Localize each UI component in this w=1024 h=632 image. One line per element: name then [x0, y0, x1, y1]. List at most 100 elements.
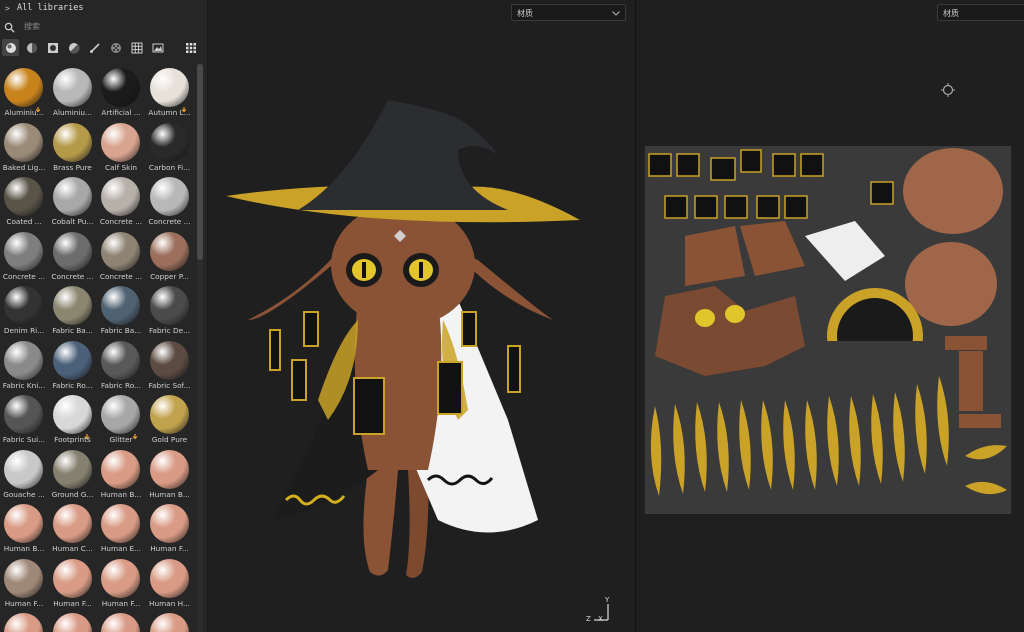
- material-preview-ball: [52, 231, 92, 271]
- material-tile[interactable]: Human H...: [147, 555, 193, 609]
- material-preview-ball: [4, 613, 43, 632]
- material-label: Concrete ...: [99, 217, 143, 226]
- viewport-2d[interactable]: 材质: [636, 0, 1024, 632]
- material-tile[interactable]: Glitter: [98, 391, 144, 445]
- material-tile[interactable]: Human C...: [50, 500, 96, 554]
- half-sphere-filter-icon[interactable]: [23, 39, 40, 56]
- material-label: Human F...: [150, 544, 189, 553]
- material-tile[interactable]: Calf Skin: [98, 119, 144, 173]
- material-preview-ball: [52, 558, 92, 598]
- material-preview-ball: [4, 286, 43, 325]
- material-tile[interactable]: Human B...: [1, 500, 47, 554]
- material-preview-ball: [52, 177, 92, 216]
- material-tile[interactable]: [1, 609, 47, 632]
- model-hat: [298, 100, 508, 210]
- material-tile[interactable]: Fabric De...: [147, 282, 193, 336]
- material-tile[interactable]: Cobalt Pu...: [50, 173, 96, 227]
- download-icon[interactable]: [132, 425, 138, 440]
- material-label: Human F...: [101, 598, 141, 608]
- material-preview-ball: [101, 613, 140, 632]
- material-label: Human E...: [100, 544, 142, 553]
- material-tile[interactable]: Human E...: [98, 500, 144, 554]
- light-icon[interactable]: [941, 83, 955, 97]
- material-tile[interactable]: Fabric Ro...: [98, 337, 144, 391]
- material-tile[interactable]: Human B...: [98, 446, 144, 500]
- material-label: Aluminiu...: [4, 108, 44, 117]
- material-preview-ball: [52, 122, 92, 162]
- material-preview-ball: [149, 177, 189, 216]
- square-filter-icon[interactable]: [44, 39, 61, 56]
- search-bar[interactable]: 搜索: [0, 19, 207, 37]
- material-preview-ball: [149, 395, 189, 434]
- material-tile[interactable]: Fabric Sui...: [1, 391, 47, 445]
- gradient-filter-icon[interactable]: [65, 39, 82, 56]
- material-tile[interactable]: Concrete ...: [98, 173, 144, 227]
- axis-label-x: X: [598, 615, 603, 623]
- uv-texture-map[interactable]: [645, 146, 1011, 514]
- material-tile[interactable]: Human B...: [147, 446, 193, 500]
- character-model[interactable]: [208, 0, 635, 632]
- material-tile[interactable]: Aluminiu...: [50, 64, 96, 118]
- chevron-right-icon[interactable]: >: [5, 0, 10, 17]
- material-tile[interactable]: Brass Pure: [50, 119, 96, 173]
- material-tile[interactable]: Fabric Kni...: [1, 337, 47, 391]
- material-tile[interactable]: Gouache ...: [1, 446, 47, 500]
- material-preview-ball: [101, 286, 140, 325]
- material-tile[interactable]: Coated ...: [1, 173, 47, 227]
- material-tile[interactable]: Fabric Ro...: [50, 337, 96, 391]
- viewport-2d-channel-dropdown[interactable]: 材质: [937, 4, 1024, 21]
- material-tile[interactable]: Human F...: [1, 555, 47, 609]
- axis-label-z: Z: [586, 615, 591, 623]
- material-tile[interactable]: Denim Ri...: [1, 282, 47, 336]
- material-tile[interactable]: Human F...: [147, 500, 193, 554]
- material-tile[interactable]: Fabric Ba...: [98, 282, 144, 336]
- material-tile[interactable]: Fabric Ba...: [50, 282, 96, 336]
- material-label: Human H...: [149, 598, 190, 608]
- material-label: Cobalt Pu...: [51, 217, 94, 226]
- material-preview-ball: [101, 122, 140, 162]
- material-tile[interactable]: Concrete ...: [50, 228, 96, 282]
- material-tile[interactable]: Artificial ...: [98, 64, 144, 118]
- material-label: Human B...: [149, 489, 190, 499]
- image-filter-icon[interactable]: [149, 39, 166, 56]
- material-tile[interactable]: Carbon Fi...: [147, 119, 193, 173]
- material-tile[interactable]: Baked Lig...: [1, 119, 47, 173]
- material-preview-ball: [149, 122, 189, 162]
- grid-view-icon[interactable]: [182, 39, 199, 56]
- material-tile[interactable]: Copper P...: [147, 228, 193, 282]
- material-tile[interactable]: [147, 609, 193, 632]
- material-tile[interactable]: Concrete ...: [98, 228, 144, 282]
- brush-filter-icon[interactable]: [86, 39, 103, 56]
- download-icon[interactable]: [181, 98, 187, 113]
- viewport-3d[interactable]: 材质 Y Z X: [208, 0, 636, 632]
- material-label: Fabric Sui...: [2, 435, 46, 444]
- material-tile[interactable]: Aluminiu...: [1, 64, 47, 118]
- material-tile[interactable]: [98, 609, 144, 632]
- pattern-filter-icon[interactable]: [107, 39, 124, 56]
- material-tile[interactable]: Concrete ...: [147, 173, 193, 227]
- search-input[interactable]: 搜索: [24, 21, 40, 32]
- material-label: Fabric Kni...: [2, 380, 46, 390]
- scrollbar-thumb[interactable]: [197, 64, 203, 260]
- material-tile[interactable]: Ground G...: [50, 446, 96, 500]
- library-header[interactable]: > All libraries: [0, 0, 207, 17]
- material-preview-ball: [101, 340, 140, 380]
- material-tile[interactable]: Human F...: [98, 555, 144, 609]
- library-scrollbar[interactable]: [197, 64, 203, 632]
- material-tile[interactable]: Footprints: [50, 391, 96, 445]
- material-label: Human C...: [52, 544, 93, 553]
- material-tile[interactable]: Gold Pure: [147, 391, 193, 445]
- material-preview-ball: [4, 449, 43, 489]
- material-tile[interactable]: Autumn L...: [147, 64, 193, 118]
- material-tile[interactable]: Fabric Sof...: [147, 337, 193, 391]
- material-preview-ball: [4, 122, 43, 162]
- download-icon[interactable]: [84, 425, 90, 440]
- material-tile[interactable]: Concrete ...: [1, 228, 47, 282]
- material-preview-ball: [101, 68, 140, 107]
- material-tile[interactable]: [50, 609, 96, 632]
- sphere-filter-icon[interactable]: [2, 39, 19, 56]
- material-tile[interactable]: Human F...: [50, 555, 96, 609]
- material-label: Human F...: [53, 598, 92, 608]
- grid-filter-icon[interactable]: [128, 39, 145, 56]
- download-icon[interactable]: [35, 98, 41, 113]
